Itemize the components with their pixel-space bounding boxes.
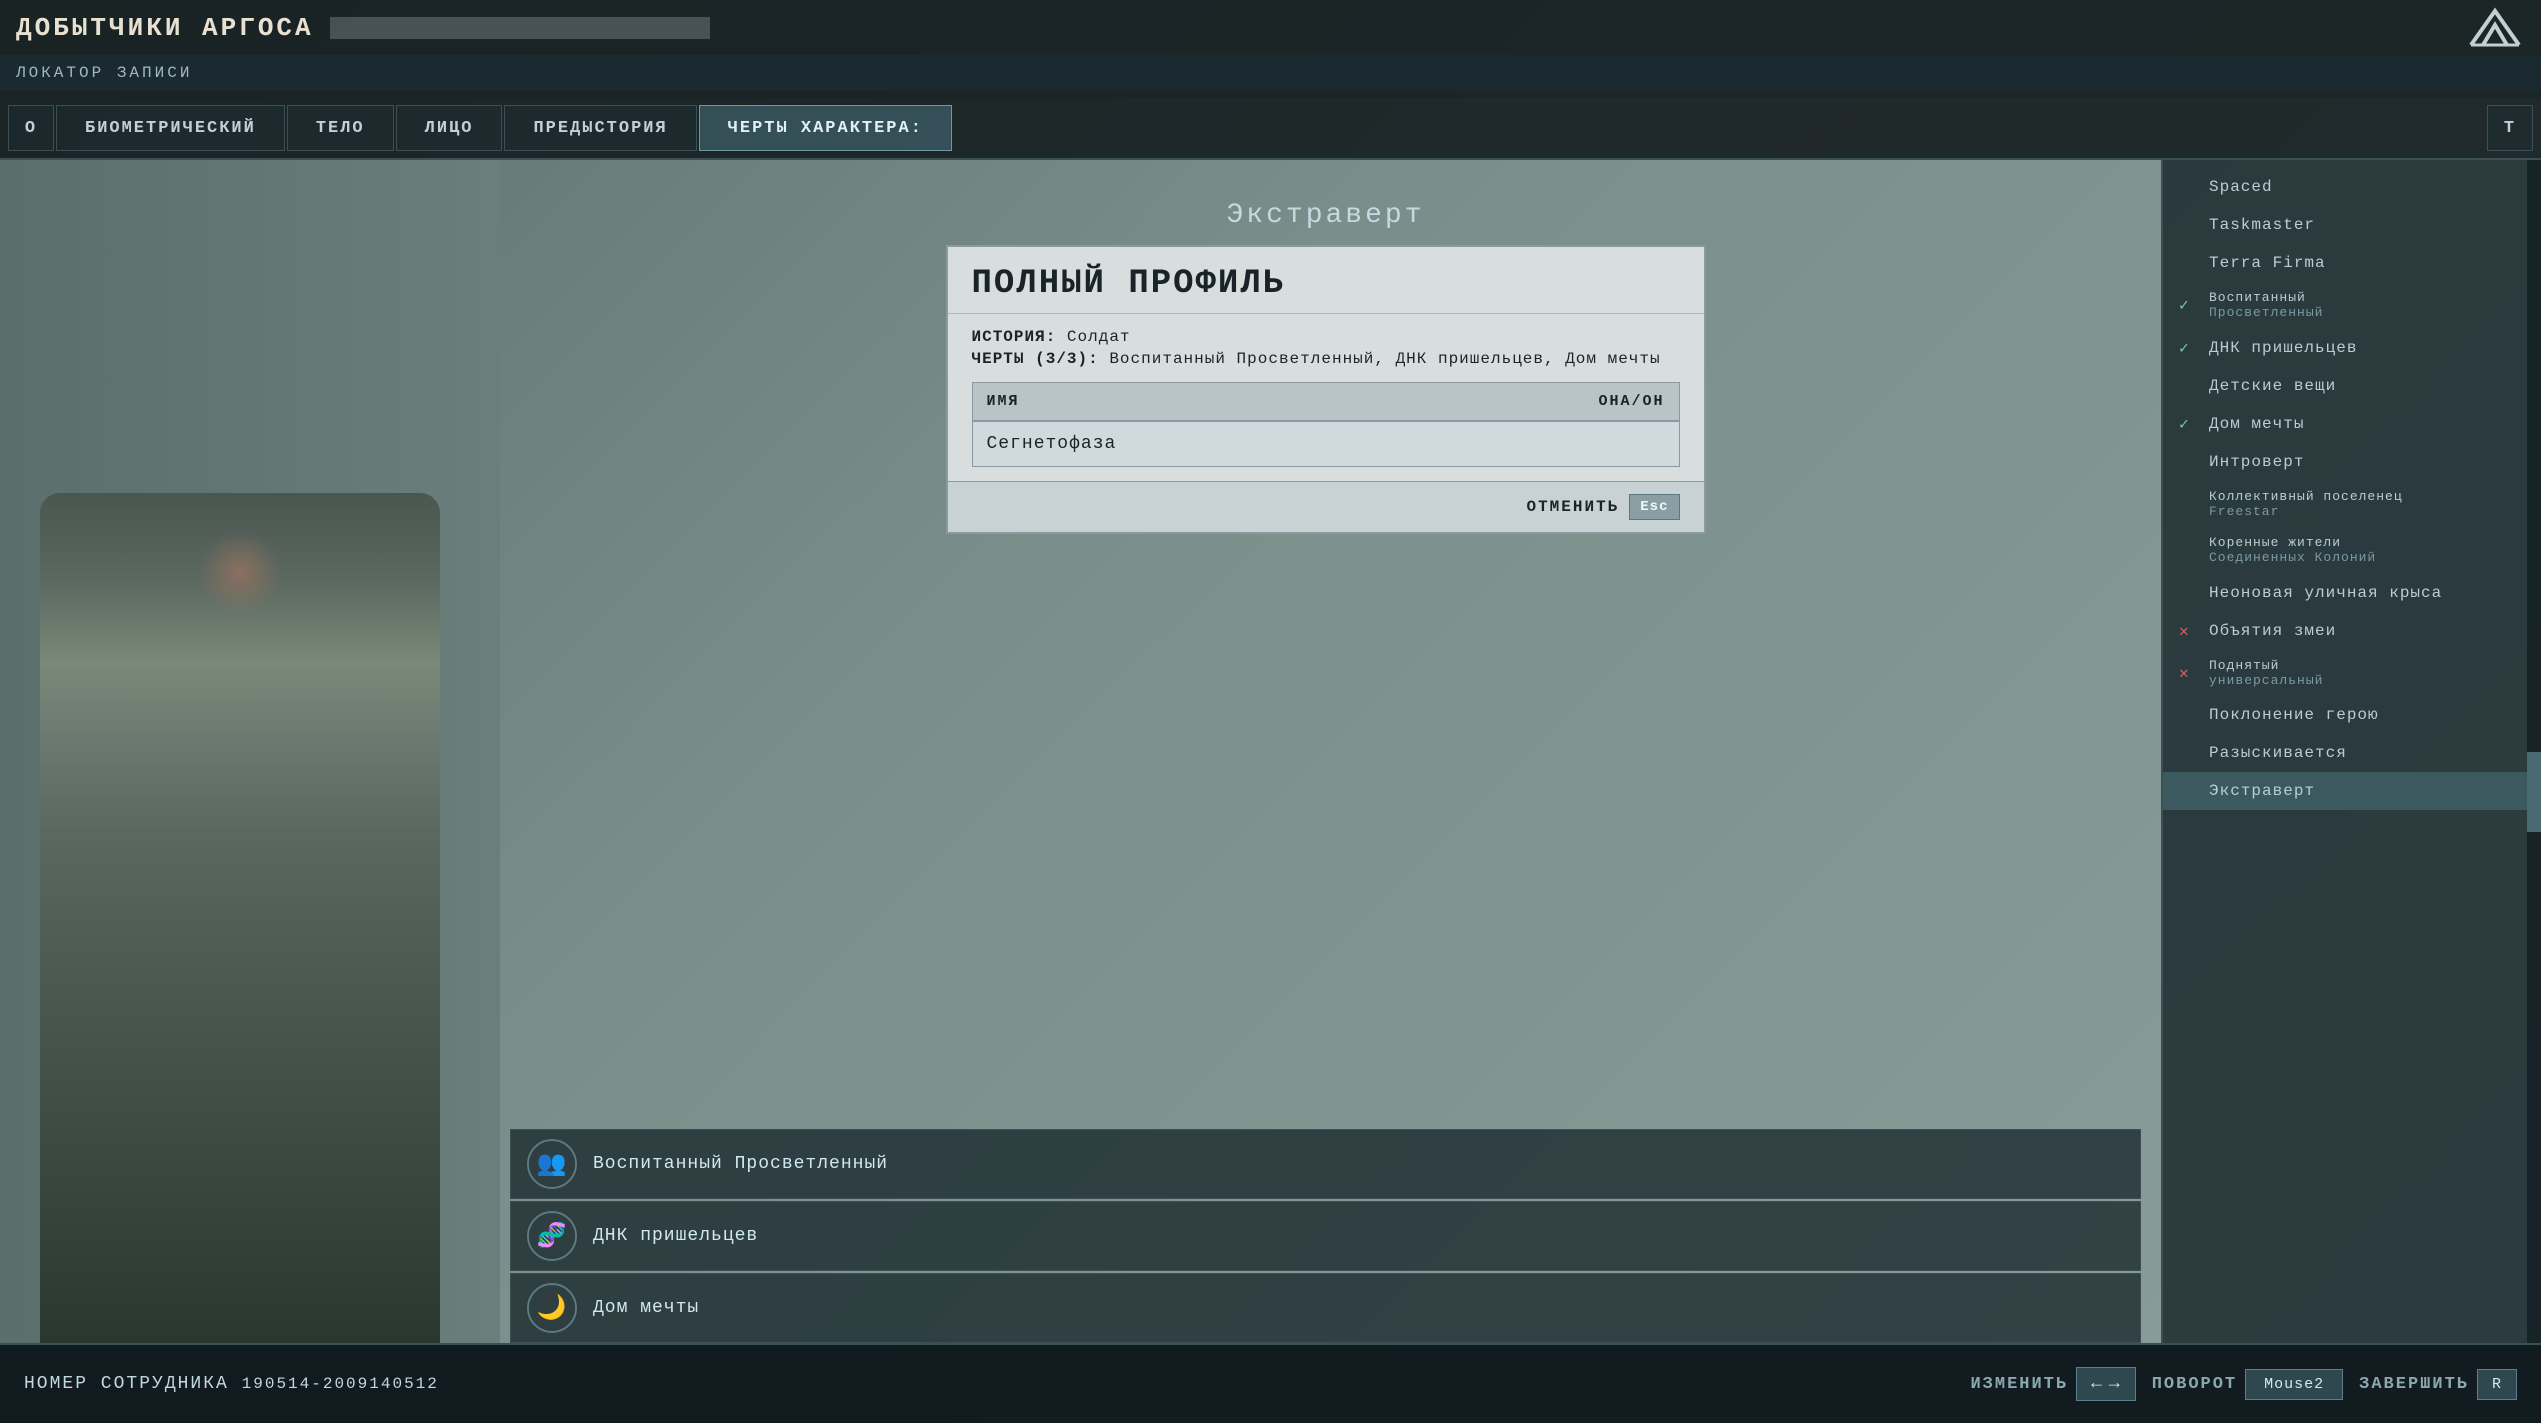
sidebar-item-intro[interactable]: Интроверт: [2163, 443, 2541, 481]
sidebar-item-terra[interactable]: Terra Firma: [2163, 244, 2541, 282]
check-podnyat: ✕: [2179, 663, 2199, 683]
rotation-key-value: Mouse2: [2264, 1376, 2324, 1393]
tab-body[interactable]: ТЕЛО: [287, 105, 394, 151]
modal-overlay: Экстраверт ПОЛНЫЙ ПРОФИЛЬ ИСТОРИЯ: Солда…: [490, 160, 2161, 1343]
title-bar-fill: [330, 17, 710, 39]
trait-title-above: Экстраверт: [1226, 200, 1424, 231]
employee-id-area: НОМЕР СОТРУДНИКА 190514-2009140512: [24, 1374, 439, 1394]
sidebar-label-podnyat: Поднятый: [2209, 658, 2323, 673]
sidebar-label-extrav: Экстраверт: [2209, 782, 2315, 800]
sidebar-label-dom: Дом мечты: [2209, 415, 2304, 433]
sidebar-label-razysk: Разыскивается: [2209, 744, 2347, 762]
sidebar-item-obnim[interactable]: ✕ Объятия змеи: [2163, 612, 2541, 650]
employee-id-value: 190514-2009140512: [242, 1375, 439, 1393]
subtitle-text: ЛОКАТОР ЗАПИСИ: [16, 64, 192, 82]
modal-box: ПОЛНЫЙ ПРОФИЛЬ ИСТОРИЯ: Солдат ЧЕРТЫ (3/…: [946, 245, 1706, 534]
modal-table-row: Сегнетофаза: [973, 421, 1679, 466]
scroll-bar[interactable]: [2527, 160, 2541, 1343]
cancel-label: ОТМЕНИТЬ: [1526, 498, 1619, 516]
tab-t[interactable]: T: [2487, 105, 2533, 151]
sidebar-label-taskmaster: Taskmaster: [2209, 216, 2315, 234]
sidebar-item-extrav[interactable]: Экстраверт: [2163, 772, 2541, 810]
tab-traits[interactable]: ЧЕРТЫ ХАРАКТЕРА:: [699, 105, 952, 151]
change-keys[interactable]: ← →: [2076, 1367, 2136, 1401]
change-action: ИЗМЕНИТЬ ← →: [1970, 1367, 2135, 1401]
change-label: ИЗМЕНИТЬ: [1970, 1375, 2068, 1394]
game-title: ДОБЫТЧИКИ АРГОСА: [16, 13, 314, 43]
rotation-action: ПОВОРОТ Mouse2: [2152, 1369, 2343, 1400]
sidebar-label-terra: Terra Firma: [2209, 254, 2326, 272]
rotation-label: ПОВОРОТ: [2152, 1375, 2237, 1394]
center-panel: Экстраверт ПОЛНЫЙ ПРОФИЛЬ ИСТОРИЯ: Солда…: [490, 160, 2161, 1343]
right-sidebar: Spaced Taskmaster Terra Firma ✓ Воспитан…: [2161, 160, 2541, 1343]
sidebar-item-dnk[interactable]: ✓ ДНК пришельцев: [2163, 329, 2541, 367]
main-content: Экстраверт ПОЛНЫЙ ПРОФИЛЬ ИСТОРИЯ: Солда…: [0, 160, 2541, 1343]
arrow-left-icon: ←: [2091, 1374, 2103, 1394]
sidebar-item-vosp[interactable]: ✓ Воспитанный Просветленный: [2163, 282, 2541, 329]
finish-label: ЗАВЕРШИТЬ: [2359, 1375, 2469, 1394]
sidebar-label-kollek: Коллективный поселенец: [2209, 489, 2403, 504]
modal-title: ПОЛНЫЙ ПРОФИЛЬ: [948, 247, 1704, 314]
sidebar-sub-vosp: Просветленный: [2209, 305, 2323, 321]
scroll-thumb[interactable]: [2527, 752, 2541, 832]
sidebar-item-poklon[interactable]: Поклонение герою: [2163, 696, 2541, 734]
modal-footer: ОТМЕНИТЬ Esc: [948, 481, 1704, 532]
check-dnk: ✓: [2179, 338, 2199, 358]
sidebar-label-korennye: Коренные жители: [2209, 535, 2376, 550]
character-area: [0, 160, 490, 1343]
header-subtitle: ЛОКАТОР ЗАПИСИ: [0, 55, 2541, 91]
status-actions: ИЗМЕНИТЬ ← → ПОВОРОТ Mouse2 ЗАВЕРШИТЬ R: [1970, 1367, 2517, 1401]
modal-table-header: ИМЯ ОНА/ОН: [973, 383, 1679, 421]
sidebar-item-neon[interactable]: Неоновая уличная крыса: [2163, 574, 2541, 612]
tab-face[interactable]: ЛИЦО: [396, 105, 503, 151]
sidebar-item-detskie[interactable]: Детские вещи: [2163, 367, 2541, 405]
status-bar: НОМЕР СОТРУДНИКА 190514-2009140512 ИЗМЕН…: [0, 1343, 2541, 1423]
sidebar-item-dom[interactable]: ✓ Дом мечты: [2163, 405, 2541, 443]
sidebar-label-vosp: Воспитанный: [2209, 290, 2323, 305]
sidebar-label-detskie: Детские вещи: [2209, 377, 2336, 395]
modal-traits-row: ЧЕРТЫ (3/3): Воспитанный Просветленный, …: [972, 350, 1680, 368]
sidebar-label-obnim: Объятия змеи: [2209, 622, 2336, 640]
tab-history[interactable]: ПРЕДЫСТОРИЯ: [504, 105, 696, 151]
sidebar-label-poklon: Поклонение герою: [2209, 706, 2379, 724]
check-obnim: ✕: [2179, 621, 2199, 641]
finish-key[interactable]: R: [2477, 1369, 2517, 1400]
modal-history-row: ИСТОРИЯ: Солдат: [972, 328, 1680, 346]
nav-tabs: O БИОМЕТРИЧЕСКИЙ ТЕЛО ЛИЦО ПРЕДЫСТОРИЯ Ч…: [0, 98, 2541, 160]
employee-label: НОМЕР СОТРУДНИКА: [24, 1374, 229, 1394]
logo-icon: [2465, 3, 2525, 53]
modal-body: ИСТОРИЯ: Солдат ЧЕРТЫ (3/3): Воспитанный…: [948, 314, 1704, 481]
sidebar-label-intro: Интроверт: [2209, 453, 2304, 471]
sidebar-sub-kollek: Freestar: [2209, 504, 2403, 520]
cancel-key[interactable]: Esc: [1629, 494, 1679, 520]
sidebar-sub-podnyat: универсальный: [2209, 673, 2323, 689]
rotation-key[interactable]: Mouse2: [2245, 1369, 2343, 1400]
header-bar: ДОБЫТЧИКИ АРГОСА ЛОКАТОР ЗАПИСИ: [0, 0, 2541, 98]
sidebar-label-neon: Неоновая уличная крыса: [2209, 584, 2442, 602]
finish-key-value: R: [2492, 1376, 2502, 1393]
sidebar-label-spaced: Spaced: [2209, 178, 2273, 196]
tab-o[interactable]: O: [8, 105, 54, 151]
header-top: ДОБЫТЧИКИ АРГОСА: [0, 0, 2541, 55]
arrow-right-icon: →: [2109, 1374, 2121, 1394]
sidebar-sub-korennye: Соединенных Колоний: [2209, 550, 2376, 566]
check-vosp: ✓: [2179, 295, 2199, 315]
sidebar-item-taskmaster[interactable]: Taskmaster: [2163, 206, 2541, 244]
sidebar-item-kollek[interactable]: Коллективный поселенец Freestar: [2163, 481, 2541, 528]
sidebar-item-korennye[interactable]: Коренные жители Соединенных Колоний: [2163, 527, 2541, 574]
sidebar-label-dnk: ДНК пришельцев: [2209, 339, 2357, 357]
finish-action: ЗАВЕРШИТЬ R: [2359, 1369, 2517, 1400]
sidebar-item-razysk[interactable]: Разыскивается: [2163, 734, 2541, 772]
sidebar-item-spaced[interactable]: Spaced: [2163, 168, 2541, 206]
sidebar-item-podnyat[interactable]: ✕ Поднятый универсальный: [2163, 650, 2541, 697]
check-dom: ✓: [2179, 414, 2199, 434]
tab-biometric[interactable]: БИОМЕТРИЧЕСКИЙ: [56, 105, 285, 151]
modal-table: ИМЯ ОНА/ОН Сегнетофаза: [972, 382, 1680, 467]
